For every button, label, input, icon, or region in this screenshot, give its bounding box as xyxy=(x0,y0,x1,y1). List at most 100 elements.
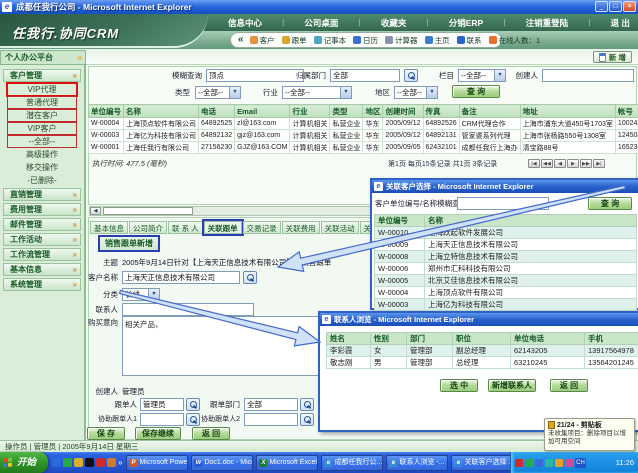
industry-select[interactable]: --全部--▼ xyxy=(282,86,352,99)
tab-1[interactable]: 公司简介 xyxy=(129,221,167,234)
chevron-down-icon[interactable]: ▼ xyxy=(426,87,437,98)
toolbar-item-1[interactable]: 跟单 xyxy=(282,35,307,46)
quicklaunch-icon-5[interactable] xyxy=(107,458,116,467)
column-header-2[interactable]: 电话 xyxy=(199,105,235,118)
customer-name-input[interactable]: 上海天正信息技术有限公司 xyxy=(122,271,240,284)
dialog-table-row[interactable]: W-00010上海跃起软件发展公司 xyxy=(375,227,637,239)
dialog-table-row[interactable]: W-00009上海天正信息技术有限公司 xyxy=(375,239,637,251)
tab-3[interactable]: 关联跟单 xyxy=(204,221,242,234)
quicklaunch-icon-4[interactable] xyxy=(96,458,105,467)
dialog-titlebar[interactable]: e 联系人浏览 - Microsoft Internet Explorer xyxy=(320,313,638,326)
maximize-icon[interactable]: □ xyxy=(609,1,622,12)
sidebar-section-10[interactable]: 费用管理» xyxy=(3,203,81,216)
follow-dept-lookup-icon[interactable] xyxy=(300,398,314,411)
dialog-table-row[interactable]: W-00005北京艾佳信息技术有限公司 xyxy=(375,275,637,287)
toolbar-item-3[interactable]: 日历 xyxy=(353,35,378,46)
quicklaunch-icon-1[interactable] xyxy=(63,458,72,467)
menu-item-3[interactable]: 分销ERP xyxy=(449,17,483,29)
sidebar-item-3[interactable]: 潜在客户 xyxy=(8,110,76,121)
chevron-down-icon[interactable]: ▼ xyxy=(340,87,351,98)
sidebar-item-8[interactable]: -已删除- xyxy=(8,175,76,186)
form-back-button[interactable]: 返 回 xyxy=(192,427,230,440)
quicklaunch-icon-3[interactable] xyxy=(85,458,94,467)
department-input[interactable]: 全部 xyxy=(330,69,400,82)
taskbar-button-5[interactable]: e关联客户选择 ... xyxy=(451,455,513,471)
dialog-titlebar[interactable]: e 关联客户选择 - Microsoft Internet Explorer xyxy=(372,180,638,193)
sidebar-item-7[interactable]: 移交操作 xyxy=(8,162,76,173)
column-header-11[interactable]: 帐号 xyxy=(615,105,638,118)
dialog-search-button[interactable]: 查 询 xyxy=(588,197,632,210)
chevron-down-icon[interactable]: ▼ xyxy=(229,87,240,98)
dialog-back-button[interactable]: 返 回 xyxy=(550,379,588,392)
language-indicator[interactable]: CH xyxy=(575,458,586,468)
tray-icon-5[interactable] xyxy=(565,459,573,467)
dialog-table-row[interactable]: W-00004上海顶点软件有限公司 xyxy=(375,287,637,299)
department-lookup-icon[interactable] xyxy=(404,69,418,82)
tab-4[interactable]: 交易记录 xyxy=(243,221,281,234)
column-header-9[interactable]: 备注 xyxy=(459,105,520,118)
select-contact-button[interactable]: 选 中 xyxy=(440,379,478,392)
tray-icon-4[interactable] xyxy=(555,459,563,467)
pager-button-0[interactable]: |◀ xyxy=(528,159,540,168)
taskbar-button-0[interactable]: PMicrosoft Powe... xyxy=(126,455,188,471)
taskbar-button-4[interactable]: e联系人浏览 -... xyxy=(386,455,448,471)
tab-2[interactable]: 联 系 人 xyxy=(168,221,203,234)
dialog-table-row[interactable]: W-00006郑州市汇科科技有限公司 xyxy=(375,263,637,275)
dialog-table-row[interactable]: W-00003上海亿为科技有限公司 xyxy=(375,299,637,311)
column-header-8[interactable]: 传真 xyxy=(423,105,459,118)
toolbar-item-7[interactable]: 在线人数：1 xyxy=(489,35,541,46)
sidebar-section-13[interactable]: 工作流管理» xyxy=(3,248,81,261)
toolbar-item-4[interactable]: 计算器 xyxy=(385,35,418,46)
toolbar-item-0[interactable]: 客户 xyxy=(250,35,275,46)
tab-5[interactable]: 关联费用 xyxy=(282,221,320,234)
tray-icon-0[interactable] xyxy=(515,459,523,467)
sidebar-section-14[interactable]: 基本信息» xyxy=(3,263,81,276)
pager-button-3[interactable]: ▶ xyxy=(567,159,579,168)
sidebar-section-11[interactable]: 邮件管理» xyxy=(3,218,81,231)
contact-table-row[interactable]: 李彩霞女管理部副总经理6214320513917564978 xyxy=(327,345,638,357)
table-row[interactable]: W-00004上海顶点软件有限公司64892525zl@163.com计算机相关… xyxy=(89,118,638,130)
taskbar-button-2[interactable]: XMicrosoft Excel ... xyxy=(256,455,318,471)
sidebar-section-0[interactable]: 客户管理» xyxy=(3,69,81,82)
category-select[interactable]: 长线▼ xyxy=(122,288,160,301)
close-icon[interactable]: × xyxy=(623,1,636,12)
table-row[interactable]: W-00003上海亿为科技有限公司64892132gjz@163.com计算机相… xyxy=(89,130,638,142)
tray-icon-2[interactable] xyxy=(535,459,543,467)
sidebar-section-12[interactable]: 工作活动» xyxy=(3,233,81,246)
sidebar-item-4[interactable]: VIP客户 xyxy=(8,123,76,134)
taskbar-button-3[interactable]: e成都任我行公... xyxy=(321,455,383,471)
assist1-input[interactable] xyxy=(140,413,184,426)
pager-button-5[interactable]: ▶| xyxy=(593,159,605,168)
toolbar-item-6[interactable]: 联系 xyxy=(457,35,482,46)
region-select[interactable]: --全部--▼ xyxy=(394,86,438,99)
add-new-button[interactable]: 新 增 xyxy=(593,51,632,63)
sidebar-header-personal-platform[interactable]: 个人办公平台 » xyxy=(0,50,86,65)
back-icon[interactable]: « xyxy=(238,33,244,47)
menu-item-5[interactable]: 退 出 xyxy=(611,17,630,29)
scrollbar-thumb[interactable] xyxy=(103,207,193,215)
chevron-down-icon[interactable]: ▼ xyxy=(148,289,159,300)
assist2-lookup-icon[interactable] xyxy=(300,413,314,426)
customer-lookup-icon[interactable] xyxy=(243,271,257,284)
column-header-5[interactable]: 类型 xyxy=(330,105,363,118)
menu-item-2[interactable]: 收藏夹 xyxy=(381,17,407,29)
column-header-6[interactable]: 地区 xyxy=(363,105,383,118)
menu-item-4[interactable]: 注销重登陆 xyxy=(526,17,569,29)
creator-input[interactable] xyxy=(542,69,634,82)
tab-6[interactable]: 关联活动 xyxy=(321,221,359,234)
toolbar-item-2[interactable]: 记事本 xyxy=(314,35,347,46)
minimize-icon[interactable]: _ xyxy=(595,1,608,12)
toolbar-item-5[interactable]: 主页 xyxy=(425,35,450,46)
column-header-10[interactable]: 地址 xyxy=(520,105,615,118)
assist2-input[interactable] xyxy=(244,413,298,426)
quicklaunch-icon-2[interactable] xyxy=(74,458,83,467)
tray-icon-3[interactable] xyxy=(545,459,553,467)
column-header-1[interactable]: 名称 xyxy=(124,105,199,118)
column-header-0[interactable]: 单位编号 xyxy=(89,105,124,118)
sidebar-section-9[interactable]: 直销管理» xyxy=(3,188,81,201)
type-select[interactable]: --全部--▼ xyxy=(195,86,241,99)
quicklaunch-more-icon[interactable]: » xyxy=(118,458,122,467)
start-button[interactable]: 开始 xyxy=(0,452,48,473)
contact-input[interactable] xyxy=(122,303,254,316)
save-button[interactable]: 保 存 xyxy=(87,427,125,440)
